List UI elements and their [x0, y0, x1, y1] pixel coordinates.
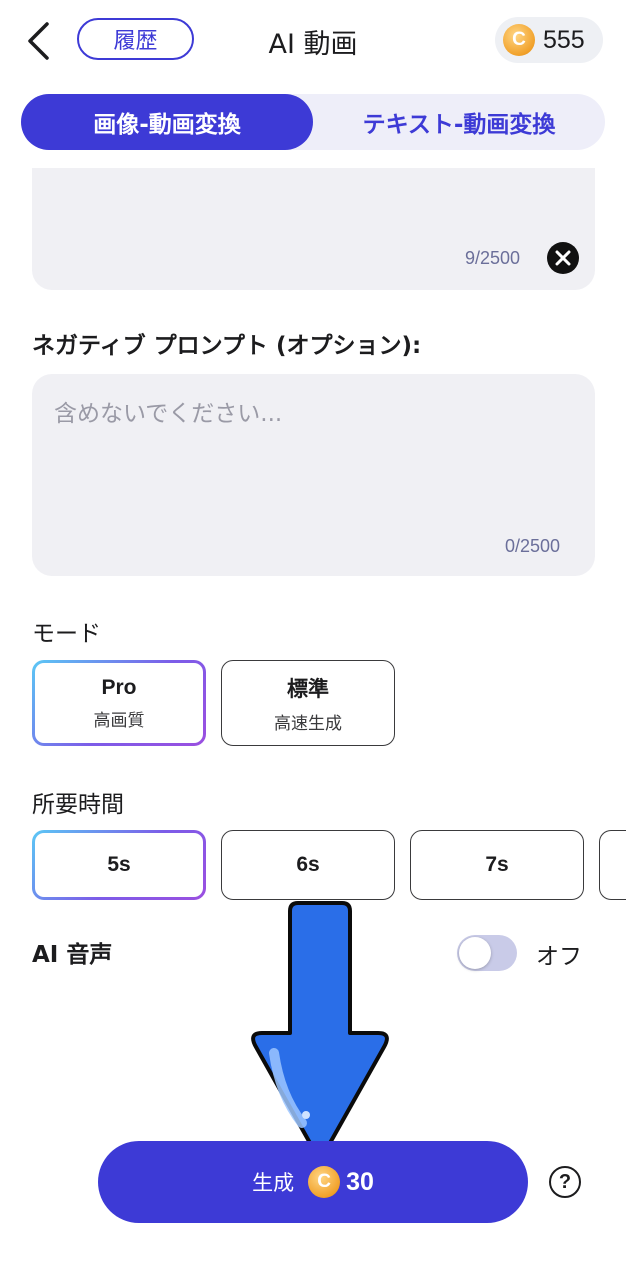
back-button[interactable] [20, 18, 56, 64]
mode-option-subtitle: 高画質 [93, 710, 145, 731]
duration-option-label: 7s [485, 853, 509, 876]
mode-option-pro[interactable]: Pro 高画質 [32, 660, 206, 746]
duration-label: 所要時間 [32, 792, 124, 818]
ai-voice-label: AI 音声 [32, 942, 113, 968]
coin-icon: C [308, 1166, 341, 1198]
duration-option-5s[interactable]: 5s [32, 830, 206, 900]
negative-prompt-char-count: 0/2500 [504, 536, 560, 556]
tab-image-to-video[interactable]: 画像-動画変換 [21, 94, 313, 150]
chevron-left-icon [28, 22, 49, 60]
negative-prompt-input[interactable] [54, 394, 574, 434]
duration-option-label: 5s [107, 853, 131, 876]
ai-voice-state: オフ [536, 944, 582, 970]
negative-prompt-label: ネガティブ プロンプト (オプション): [32, 333, 422, 359]
ai-voice-toggle[interactable] [457, 935, 517, 971]
history-button[interactable]: 履歴 [77, 18, 194, 60]
mode-option-standard[interactable]: 標準 高速生成 [221, 660, 395, 746]
top-bar: 履歴 AI 動画 C 555 [0, 0, 626, 86]
clear-prompt-button[interactable] [547, 242, 579, 274]
mode-option-title: Pro [101, 675, 137, 699]
mode-label: モード [32, 621, 101, 647]
generate-label: 生成 [252, 1171, 295, 1195]
prompt-char-count: 9/2500 [464, 248, 520, 268]
credit-balance[interactable]: C 555 [495, 17, 603, 63]
help-button[interactable]: ? [549, 1166, 581, 1198]
prompt-field[interactable]: 9/2500 [32, 168, 595, 290]
duration-option-6s[interactable]: 6s [221, 830, 395, 900]
duration-option-next[interactable] [599, 830, 626, 900]
coin-icon: C [503, 24, 535, 56]
generate-cost: 30 [346, 1167, 374, 1196]
credit-count: 555 [543, 25, 585, 54]
duration-option-label: 6s [296, 853, 320, 876]
toggle-knob [459, 937, 491, 969]
mode-tabs: 画像-動画変換 テキスト-動画変換 [21, 94, 605, 150]
close-icon [555, 250, 571, 266]
generate-button[interactable]: 生成 C 30 [98, 1141, 528, 1223]
down-arrow-icon [251, 901, 389, 1152]
duration-option-7s[interactable]: 7s [410, 830, 584, 900]
page-title: AI 動画 [268, 28, 358, 60]
mode-option-subtitle: 高速生成 [274, 713, 342, 734]
mode-option-title: 標準 [287, 677, 329, 701]
negative-prompt-box[interactable]: 0/2500 [32, 374, 595, 576]
tab-text-to-video[interactable]: テキスト-動画変換 [313, 94, 605, 150]
